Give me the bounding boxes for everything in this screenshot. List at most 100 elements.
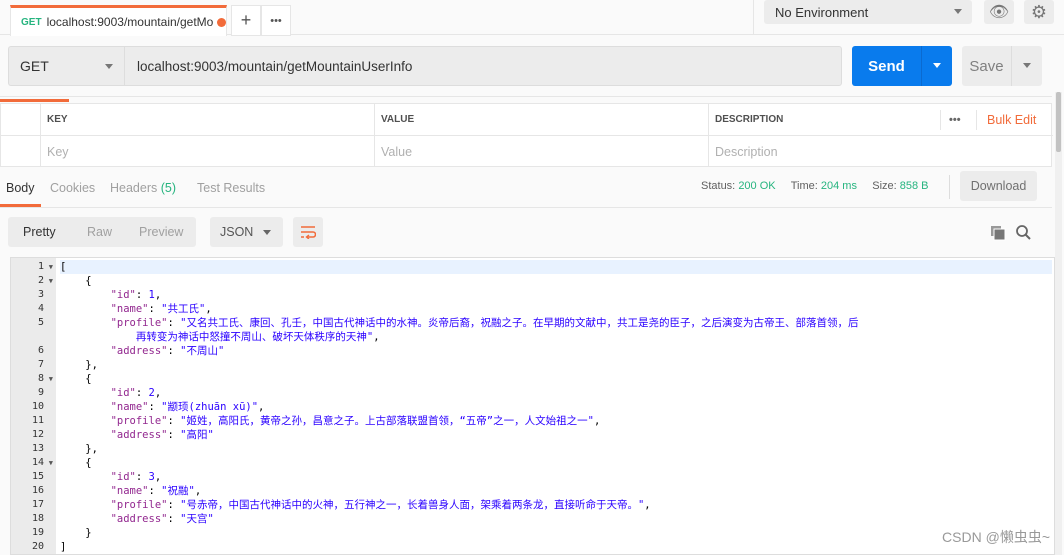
search-icon — [1016, 225, 1031, 240]
json-key: "address" — [110, 513, 168, 525]
request-tab[interactable]: GET localhost:9003/mountain/getMountainU… — [10, 5, 227, 36]
divider — [0, 207, 1052, 208]
divider — [940, 110, 941, 130]
json-punctuation: , — [373, 331, 380, 343]
json-value: "高阳" — [180, 429, 214, 441]
format-preview[interactable]: Preview — [139, 225, 183, 239]
tab-title: localhost:9003/mountain/getMountainUserI… — [46, 15, 215, 29]
json-value: "号赤帝，中国古代神话中的火神，五行神之一，长着兽身人面，架乘着两条龙，直接听命… — [180, 499, 645, 511]
status-value: 200 OK — [738, 180, 776, 192]
wrap-lines-button[interactable] — [293, 217, 323, 247]
format-tabs: Pretty Raw Preview — [8, 217, 196, 247]
gear-icon: ⚙ — [1030, 1, 1048, 22]
environment-quick-look-button[interactable]: 👁 — [984, 0, 1014, 24]
json-punctuation — [60, 317, 111, 329]
active-tab-indicator — [0, 99, 69, 102]
line-number: 13 — [11, 442, 56, 456]
json-punctuation — [60, 485, 111, 497]
response-body-editor[interactable]: 1 ▼[2 ▼ {3 "id": 1, 4 "name": "共工氏", 5 "prof… — [10, 257, 1055, 555]
format-pretty[interactable]: Pretty — [23, 225, 56, 239]
chevron-down-icon — [1023, 63, 1031, 72]
tab-headers[interactable]: Headers (5) — [110, 181, 176, 195]
json-value: "祝融" — [161, 485, 195, 497]
code-line: { — [60, 372, 1052, 386]
response-meta: Status: 200 OK Time: 204 ms Size: 858 B — [701, 180, 929, 192]
send-options-button[interactable] — [921, 46, 952, 86]
json-key: "name" — [110, 303, 149, 315]
tab-body[interactable]: Body — [6, 181, 35, 195]
line-number-value: 2 — [37, 275, 44, 286]
line-number-value: 19 — [31, 527, 44, 538]
code-line: "address": "高阳" — [60, 428, 1052, 442]
json-punctuation: : — [135, 387, 149, 399]
new-tab-button[interactable]: + — [231, 5, 261, 36]
json-punctuation: : — [167, 317, 181, 329]
json-key: "name" — [110, 401, 149, 413]
json-punctuation: { — [60, 275, 92, 287]
bulk-edit-link[interactable]: Bulk Edit — [987, 113, 1036, 127]
scrollbar-thumb[interactable] — [1056, 92, 1061, 152]
line-number: 10 — [11, 400, 56, 414]
format-raw[interactable]: Raw — [87, 225, 112, 239]
save-options-button[interactable] — [1011, 46, 1042, 86]
method-select[interactable]: GET — [8, 46, 125, 86]
save-label[interactable]: Save — [962, 46, 1011, 86]
tab-more-button[interactable]: ••• — [261, 5, 291, 36]
code-line: "address": "不周山" — [60, 344, 1052, 358]
column-description: DESCRIPTION ••• Bulk Edit — [709, 104, 1053, 136]
tab-cookies[interactable]: Cookies — [50, 181, 95, 195]
fold-arrow-icon[interactable]: ▼ — [49, 274, 53, 288]
json-punctuation: : — [135, 289, 149, 301]
settings-button[interactable]: ⚙ — [1024, 0, 1054, 24]
description-input[interactable]: Description — [709, 136, 1053, 167]
divider — [949, 175, 950, 199]
send-button[interactable]: Send — [852, 46, 952, 86]
code-line: "name": "颛顼(zhuān xū)", — [60, 400, 1052, 414]
code-line: "id": 1, — [60, 288, 1052, 302]
json-key: "id" — [110, 289, 136, 301]
json-punctuation: : — [167, 513, 181, 525]
language-select[interactable]: JSON — [210, 217, 283, 247]
json-key: "name" — [110, 485, 149, 497]
fold-arrow-icon[interactable]: ▼ — [49, 260, 53, 274]
fold-arrow-icon[interactable]: ▼ — [49, 456, 53, 470]
search-button[interactable] — [1015, 224, 1032, 244]
json-value: "共工氏" — [161, 303, 206, 315]
code-line: "id": 2, — [60, 386, 1052, 400]
download-button[interactable]: Download — [960, 171, 1037, 201]
json-punctuation: , — [205, 303, 212, 315]
send-label[interactable]: Send — [852, 46, 921, 86]
json-punctuation — [60, 289, 111, 301]
line-number-value: 6 — [37, 345, 44, 356]
url-input[interactable]: localhost:9003/mountain/getMountainUserI… — [124, 46, 842, 86]
json-punctuation — [60, 401, 111, 413]
line-number-value: 14 — [31, 457, 44, 468]
json-punctuation: , — [194, 485, 202, 497]
json-punctuation — [60, 513, 111, 525]
tab-test-results[interactable]: Test Results — [197, 181, 265, 195]
copy-button[interactable] — [990, 225, 1006, 244]
line-number-value: 13 — [31, 443, 44, 454]
copy-icon — [991, 226, 1006, 241]
fold-arrow-icon[interactable]: ▼ — [49, 372, 53, 386]
json-value: "不周山" — [180, 345, 225, 357]
key-input[interactable]: Key — [41, 136, 375, 167]
code-line: }, — [60, 358, 1052, 372]
code-line: "profile": "又名共工氏、康回、孔壬，中国古代神话中的水神。炎帝后裔，… — [60, 316, 1052, 344]
line-number-value: 9 — [37, 387, 44, 398]
tab-headers-label: Headers — [110, 181, 158, 195]
json-punctuation: : — [167, 429, 181, 441]
json-key: "profile" — [110, 499, 168, 511]
code-line: { — [60, 274, 1052, 288]
line-number-value: 18 — [31, 513, 44, 524]
json-punctuation: : — [167, 345, 181, 357]
environment-select[interactable]: No Environment — [764, 0, 972, 24]
value-input[interactable]: Value — [375, 136, 709, 167]
code-line: [ — [60, 260, 1052, 274]
line-number: 8 ▼ — [11, 372, 56, 386]
row-checkbox[interactable] — [1, 136, 41, 167]
json-punctuation: }, — [60, 443, 98, 455]
save-button[interactable]: Save — [962, 46, 1042, 86]
params-more-button[interactable]: ••• — [949, 114, 961, 126]
scrollbar-track[interactable] — [1055, 92, 1062, 555]
